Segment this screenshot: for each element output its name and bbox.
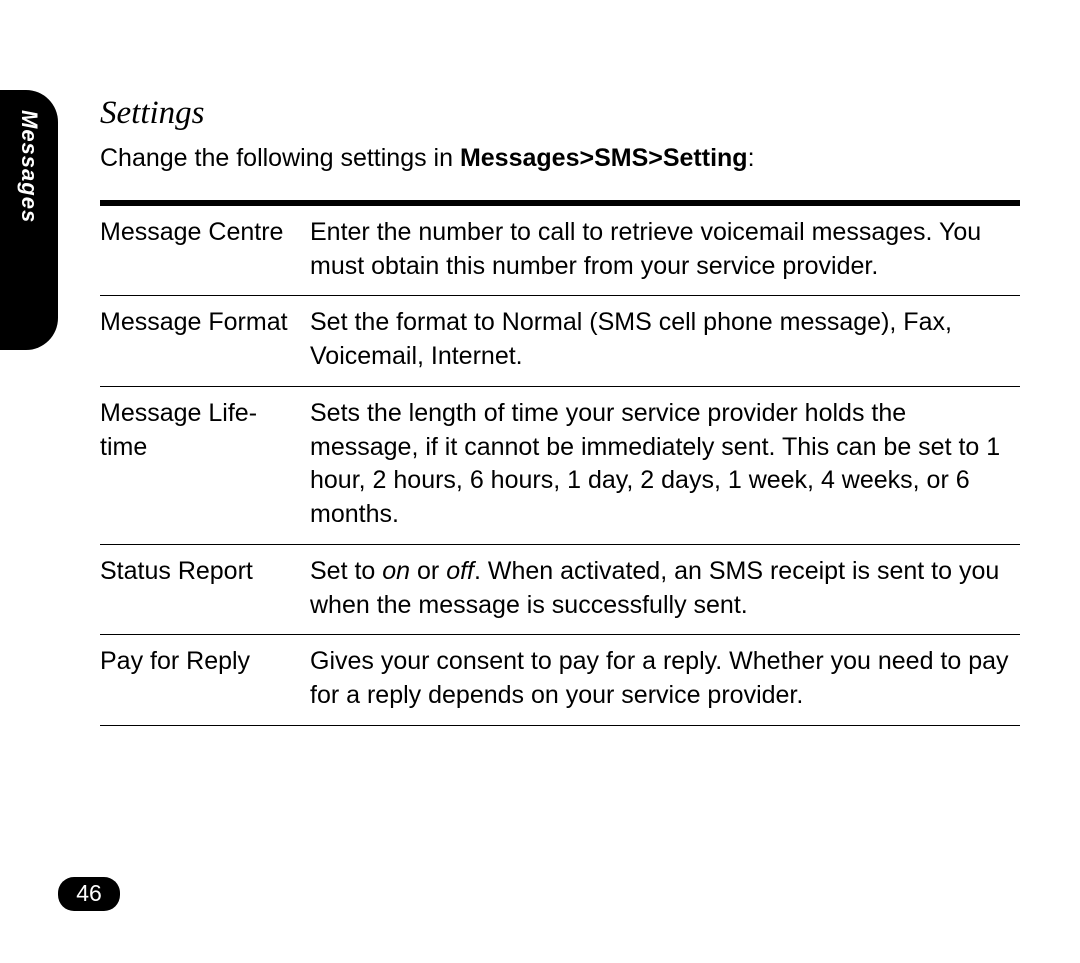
setting-label: Message Format [100, 296, 310, 387]
table-row: Message CentreEnter the number to call t… [100, 205, 1020, 296]
page-number: 46 [58, 877, 120, 911]
setting-description: Enter the number to call to retrieve voi… [310, 205, 1020, 296]
page-content: Settings Change the following settings i… [100, 95, 1020, 726]
setting-description: Set to on or off. When activated, an SMS… [310, 544, 1020, 635]
setting-label: Pay for Reply [100, 635, 310, 726]
table-row: Status ReportSet to on or off. When acti… [100, 544, 1020, 635]
intro-prefix: Change the following settings in [100, 144, 460, 172]
table-row: Message Life­timeSets the length of time… [100, 386, 1020, 544]
intro-suffix: : [748, 144, 755, 172]
intro-path: Messages>SMS>Setting [460, 144, 748, 172]
settings-table: Message CentreEnter the number to call t… [100, 200, 1020, 726]
intro-text: Change the following settings in Message… [100, 142, 1020, 176]
side-tab-label: Messages [16, 110, 42, 223]
section-title: Settings [100, 95, 1020, 132]
setting-description: Gives your consent to pay for a reply. W… [310, 635, 1020, 726]
table-row: Message FormatSet the format to Normal (… [100, 296, 1020, 387]
side-tab: Messages [0, 90, 58, 350]
setting-label: Message Centre [100, 205, 310, 296]
table-row: Pay for ReplyGives your consent to pay f… [100, 635, 1020, 726]
setting-label: Status Report [100, 544, 310, 635]
setting-description: Set the format to Normal (SMS cell phone… [310, 296, 1020, 387]
setting-description: Sets the length of time your service pro… [310, 386, 1020, 544]
setting-label: Message Life­time [100, 386, 310, 544]
